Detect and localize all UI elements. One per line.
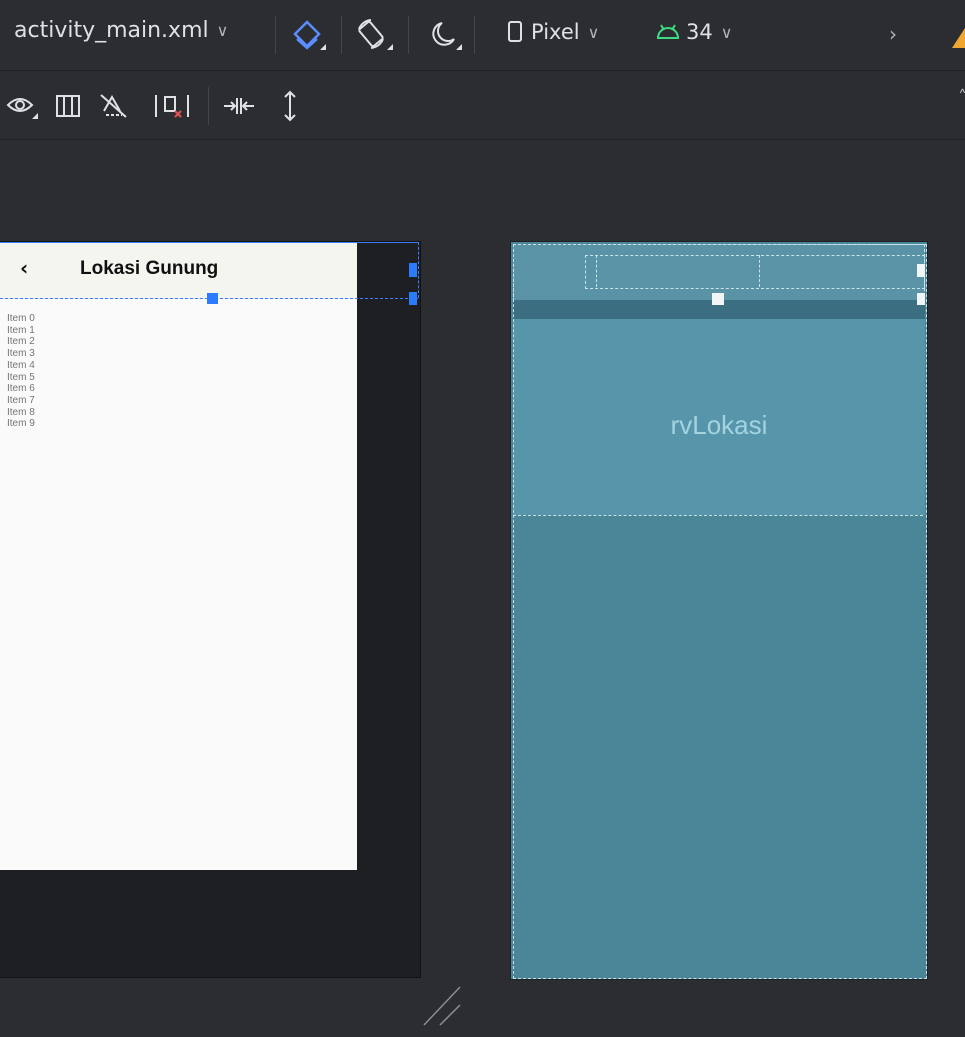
divider [208,87,209,125]
list-item: Item 7 [7,394,35,406]
file-name: activity_main.xml [14,18,209,43]
api-level-selector[interactable]: 34 ∨ [656,20,732,44]
phone-screen[interactable] [0,242,357,870]
list-item: Item 2 [7,336,35,348]
expand-vertical-button[interactable] [280,89,300,123]
chevron-right-icon: › [889,22,897,46]
constraint-handle[interactable] [409,292,417,305]
rotate-icon [358,19,393,50]
divider [474,16,475,54]
design-surface-button[interactable] [291,17,329,53]
guidelines-button[interactable] [55,93,81,119]
list-item: Item 1 [7,324,35,336]
blueprint-resize-handle[interactable] [712,293,724,305]
blueprint-outline [513,244,927,979]
layout-toolbar: ˄ [0,71,965,140]
constraint-handle[interactable] [409,263,417,277]
file-selector[interactable]: activity_main.xml ∨ [14,18,228,43]
chevron-up-icon: ˄ [958,87,965,108]
resize-handle[interactable] [207,293,218,304]
eye-icon [6,98,38,119]
clear-constraints-icon [155,95,189,118]
list-item: Item 0 [7,313,35,324]
divider [408,16,409,54]
design-toolbar: activity_main.xml ∨ Pixel ∨ 34 ∨ › [0,0,965,71]
chevron-down-icon: ∨ [720,22,733,42]
list-item: Item 4 [7,359,35,371]
arrows-inward-icon [224,98,254,114]
blueprint-constraint-handle[interactable] [917,264,925,277]
list-item: Item 6 [7,383,35,395]
autoconnect-button[interactable] [98,91,132,121]
list-item: Item 9 [7,418,35,430]
device-name: Pixel [531,20,580,44]
magnet-off-icon [100,94,127,118]
resize-grip-icon[interactable] [420,983,465,1028]
orientation-button[interactable] [355,17,395,53]
layers-icon [293,20,326,50]
list-item: Item 5 [7,371,35,383]
chevron-down-icon: ∨ [216,21,229,40]
pack-horizontal-button[interactable] [222,93,256,119]
app-title: Lokasi Gunung [80,258,219,279]
clear-constraints-button[interactable] [153,91,193,121]
night-mode-button[interactable] [424,17,464,53]
divider [341,16,342,54]
list-item: Item 8 [7,406,35,418]
arrows-vertical-icon [284,90,296,122]
view-options-button[interactable] [6,91,40,121]
more-toolbar-button[interactable]: › [889,22,897,46]
back-arrow-icon[interactable]: ‹ [20,256,28,280]
warning-icon [952,28,965,48]
api-level: 34 [686,20,713,44]
warning-indicator[interactable] [952,26,965,48]
columns-icon [56,95,80,117]
recycler-view-preview[interactable]: Item 0 Item 1 Item 2 Item 3 Item 4 Item 5 Item… [7,313,35,430]
divider [275,16,276,54]
selection-outline-top [0,242,418,243]
selection-outline-right [418,242,420,298]
moon-icon [432,22,462,50]
chevron-down-icon: ∨ [587,22,600,42]
blueprint-constraint-handle[interactable] [917,293,925,305]
phone-icon [508,21,522,42]
list-item: Item 3 [7,348,35,360]
collapse-toolbar[interactable]: ˄ [958,87,965,108]
android-icon [656,24,680,39]
device-selector[interactable]: Pixel ∨ [507,20,599,44]
